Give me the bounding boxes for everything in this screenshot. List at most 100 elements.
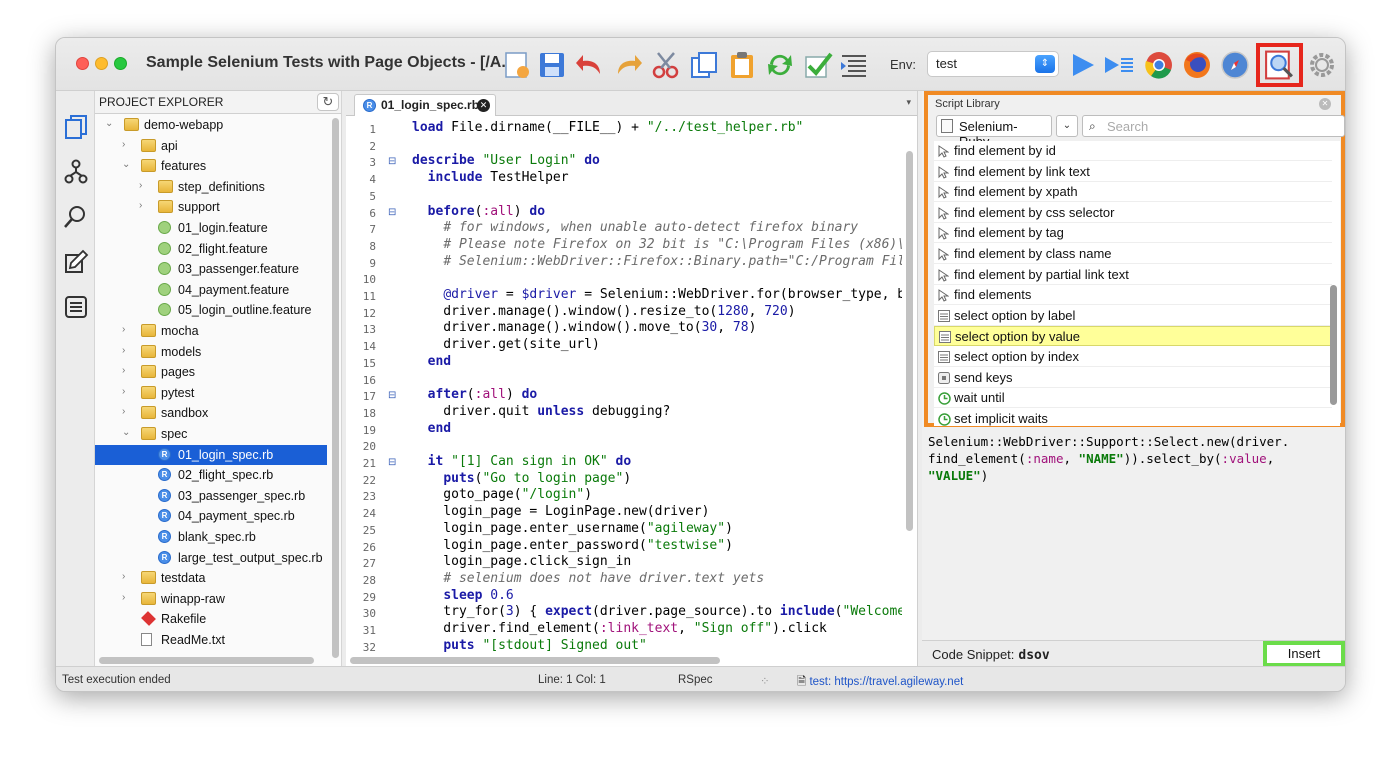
snippet-item[interactable]: find element by link text (934, 162, 1332, 182)
search-icon[interactable] (63, 204, 89, 230)
tree-item[interactable]: › pages (95, 362, 327, 382)
fold-toggle-icon[interactable]: ⊟ (388, 390, 396, 401)
tab-01-login-spec[interactable]: R 01_login_spec.rb ✕ (354, 94, 496, 116)
run-icon[interactable] (1067, 50, 1099, 80)
tree-item[interactable]: › mocha (95, 321, 327, 341)
explorer-scrollbar[interactable] (332, 118, 339, 658)
snippet-item[interactable]: select option by label (934, 306, 1332, 326)
tree-item[interactable]: 03_passenger.feature (95, 259, 327, 279)
library-search-input[interactable]: ⌕ Search (1082, 115, 1345, 137)
chevron-down-icon[interactable]: ⌄ (105, 118, 113, 129)
chevron-right-icon[interactable]: › (139, 180, 142, 191)
snippet-item[interactable]: select option by value (934, 326, 1332, 347)
git-icon[interactable] (63, 159, 89, 185)
undo-icon[interactable] (574, 50, 606, 80)
files-icon[interactable] (63, 114, 89, 140)
environment-status[interactable]: 🗎 test: https://travel.agileway.net (797, 674, 963, 691)
paste-icon[interactable] (726, 50, 758, 80)
framework-select[interactable]: Selenium-Ruby (936, 115, 1052, 149)
edit-tools-icon[interactable] (63, 249, 89, 275)
snippet-item[interactable]: select option by index (934, 347, 1332, 367)
settings-icon[interactable] (1306, 50, 1338, 80)
tree-item[interactable]: ⌄ features (95, 156, 327, 176)
tree-item[interactable]: ⌄ demo-webapp (95, 115, 327, 135)
minimize-window-button[interactable] (95, 57, 108, 70)
close-tab-icon[interactable]: ✕ (477, 99, 490, 112)
run-next-icon[interactable] (1103, 50, 1135, 80)
chevron-right-icon[interactable]: › (139, 200, 142, 211)
chevron-right-icon[interactable]: › (122, 592, 125, 603)
snippet-item[interactable]: find element by tag (934, 223, 1332, 244)
cut-icon[interactable] (650, 50, 682, 80)
close-window-button[interactable] (76, 57, 89, 70)
safari-icon[interactable] (1219, 50, 1251, 80)
fold-toggle-icon[interactable]: ⊟ (388, 207, 396, 218)
refresh-tree-button[interactable]: ↻ (317, 93, 339, 111)
tree-item[interactable]: Rblank_spec.rb (95, 527, 327, 547)
tree-item[interactable]: 04_payment.feature (95, 280, 327, 300)
chevron-right-icon[interactable]: › (122, 139, 125, 150)
env-select[interactable]: test ⇕ (927, 51, 1059, 77)
check-icon[interactable] (802, 50, 834, 80)
snippet-item[interactable]: send keys (934, 368, 1332, 388)
tree-item[interactable]: 02_flight.feature (95, 239, 327, 259)
editor-scrollbar[interactable] (906, 151, 913, 531)
chrome-icon[interactable] (1143, 50, 1175, 80)
chevron-down-icon[interactable]: ⌄ (1056, 115, 1078, 137)
insert-button[interactable]: Insert (1263, 641, 1345, 667)
save-icon[interactable] (536, 50, 568, 80)
tree-item[interactable]: ReadMe.txt (95, 630, 327, 650)
snippet-item[interactable]: find element by class name (934, 244, 1332, 264)
chevron-down-icon[interactable]: ⌄ (122, 159, 130, 170)
tree-item[interactable]: R 03_passenger_spec.rb (95, 486, 327, 506)
tree-item[interactable]: › step_definitions (95, 177, 327, 197)
snippet-item[interactable]: find element by id (934, 141, 1332, 161)
snippet-item[interactable]: wait until (934, 388, 1332, 409)
chevron-right-icon[interactable]: › (122, 571, 125, 582)
refresh-icon[interactable] (764, 50, 796, 80)
copy-icon[interactable] (688, 50, 720, 80)
maximize-window-button[interactable] (114, 57, 127, 70)
snippet-item[interactable]: find element by partial link text (934, 265, 1332, 285)
chevron-right-icon[interactable]: › (122, 324, 125, 335)
script-library-toggle[interactable] (1256, 43, 1303, 87)
tree-item[interactable]: 01_login.feature (95, 218, 327, 238)
tree-item[interactable]: R 01_login_spec.rb (95, 444, 327, 465)
tree-item[interactable]: › winapp-raw (95, 589, 327, 609)
tree-item[interactable]: 05_login_outline.feature (95, 300, 327, 320)
tree-item[interactable]: › pytest (95, 383, 327, 403)
tree-item[interactable]: › support (95, 197, 327, 217)
chevron-right-icon[interactable]: › (122, 406, 125, 417)
chevron-right-icon[interactable]: › (122, 345, 125, 356)
code-area[interactable]: load File.dirname(__FILE__) + "/../test_… (412, 117, 902, 657)
firefox-icon[interactable] (1181, 50, 1213, 80)
chevron-down-icon[interactable]: ⌄ (122, 427, 130, 438)
tree-item[interactable]: Rlarge_test_output_spec.rb (95, 548, 327, 568)
tree-item[interactable]: Rakefile (95, 609, 327, 629)
explorer-horizontal-scrollbar[interactable] (99, 657, 314, 664)
tree-item[interactable]: R 04_payment_spec.rb (95, 506, 327, 526)
snippet-item[interactable]: find elements (934, 285, 1332, 306)
snippet-item[interactable]: set implicit waits (934, 409, 1332, 426)
line-number: 26 (362, 540, 376, 554)
format-icon[interactable] (838, 50, 870, 80)
chevron-right-icon[interactable]: › (122, 365, 125, 376)
new-file-icon[interactable] (501, 50, 533, 80)
editor-horizontal-scrollbar[interactable] (350, 657, 720, 664)
tree-item[interactable]: › sandbox (95, 403, 327, 423)
tree-item[interactable]: › testdata (95, 568, 327, 588)
tree-item[interactable]: › api (95, 136, 327, 156)
tree-item[interactable]: › models (95, 342, 327, 362)
tree-item[interactable]: R 02_flight_spec.rb (95, 465, 327, 485)
tab-menu-chevron-icon[interactable]: ▾ (906, 97, 911, 108)
close-library-icon[interactable]: ✕ (1319, 98, 1331, 110)
chevron-right-icon[interactable]: › (122, 386, 125, 397)
notes-icon[interactable] (63, 294, 89, 320)
redo-icon[interactable] (612, 50, 644, 80)
snippet-item[interactable]: find element by css selector (934, 203, 1332, 223)
snippet-list-scrollbar[interactable] (1330, 285, 1337, 405)
snippet-item[interactable]: find element by xpath (934, 182, 1332, 203)
fold-toggle-icon[interactable]: ⊟ (388, 457, 396, 468)
fold-toggle-icon[interactable]: ⊟ (388, 156, 396, 167)
tree-item[interactable]: ⌄ spec (95, 424, 327, 444)
